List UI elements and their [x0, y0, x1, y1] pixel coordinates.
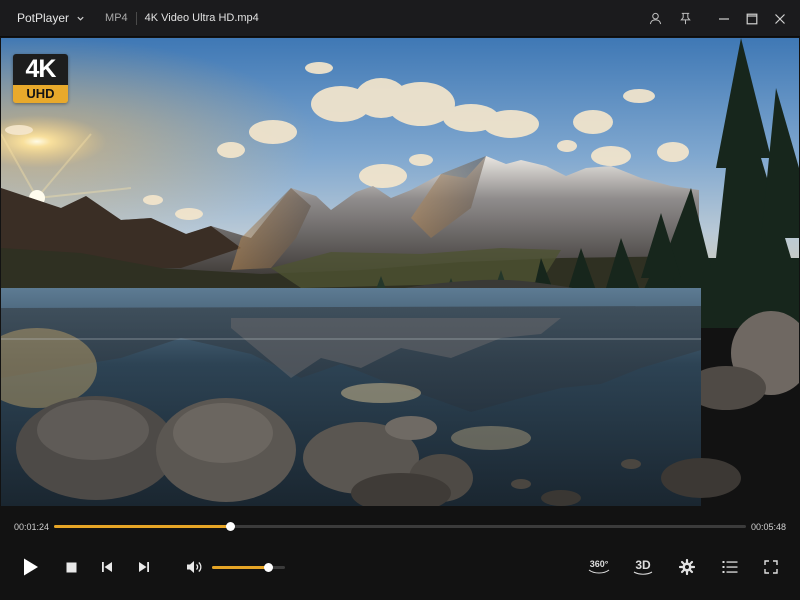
maximize-icon [746, 13, 757, 24]
360-icon: 360° [588, 560, 610, 574]
pin-button[interactable] [672, 0, 699, 37]
maximize-button[interactable] [738, 0, 765, 37]
title-separator [135, 11, 137, 25]
app-menu-button[interactable]: PotPlayer [0, 0, 85, 36]
seek-progress [54, 525, 231, 528]
next-button[interactable] [133, 554, 155, 580]
fullscreen-button[interactable] [759, 554, 783, 580]
volume-thumb[interactable] [264, 563, 274, 572]
title-bar: PotPlayer MP4 4K Video Ultra HD.mp4 [0, 0, 800, 37]
badge-uhd-text: UHD [13, 85, 68, 103]
stop-button[interactable] [60, 554, 82, 580]
account-button[interactable] [642, 0, 669, 37]
chevron-down-icon [77, 16, 84, 21]
3d-button[interactable]: 3D [629, 554, 657, 580]
fullscreen-icon [764, 560, 778, 574]
volume-icon [187, 561, 202, 573]
volume-level [212, 566, 269, 569]
seek-thumb[interactable] [226, 522, 236, 531]
3d-underline [633, 571, 653, 575]
seek-bar[interactable] [54, 522, 746, 531]
360-label: 360° [589, 559, 609, 569]
landscape-video-image [1, 38, 799, 506]
media-format: MP4 [105, 12, 128, 24]
app-name: PotPlayer [17, 11, 70, 25]
playback-controls: 00:01:24 00:05:48 360° 3D [0, 506, 800, 600]
close-icon [774, 13, 785, 24]
play-icon [24, 558, 38, 576]
settings-button[interactable] [675, 554, 699, 580]
volume-button[interactable] [183, 554, 207, 580]
file-name: 4K Video Ultra HD.mp4 [144, 12, 259, 24]
minimize-button[interactable] [710, 0, 737, 37]
window-controls [641, 0, 800, 37]
volume-slider[interactable] [212, 563, 285, 572]
stop-icon [66, 562, 76, 572]
3d-icon: 3D [633, 557, 653, 575]
gear-icon [679, 559, 695, 575]
4k-uhd-badge: 4K UHD [13, 54, 68, 103]
pin-icon [680, 12, 691, 25]
account-icon [649, 12, 662, 25]
3d-label: 3D [635, 557, 651, 572]
close-button[interactable] [766, 0, 793, 37]
360-view-button[interactable]: 360° [585, 554, 613, 580]
playlist-icon [722, 561, 738, 573]
total-time: 00:05:48 [750, 522, 786, 532]
skip-previous-icon [102, 562, 112, 572]
playlist-button[interactable] [718, 554, 742, 580]
video-frame[interactable]: 4K UHD [1, 38, 799, 506]
badge-4k-text: 4K [13, 54, 68, 85]
minimize-icon [718, 17, 729, 20]
360-arc [588, 569, 610, 574]
previous-button[interactable] [96, 554, 118, 580]
skip-next-icon [139, 562, 149, 572]
play-button[interactable] [18, 554, 44, 580]
current-time: 00:01:24 [14, 522, 50, 532]
